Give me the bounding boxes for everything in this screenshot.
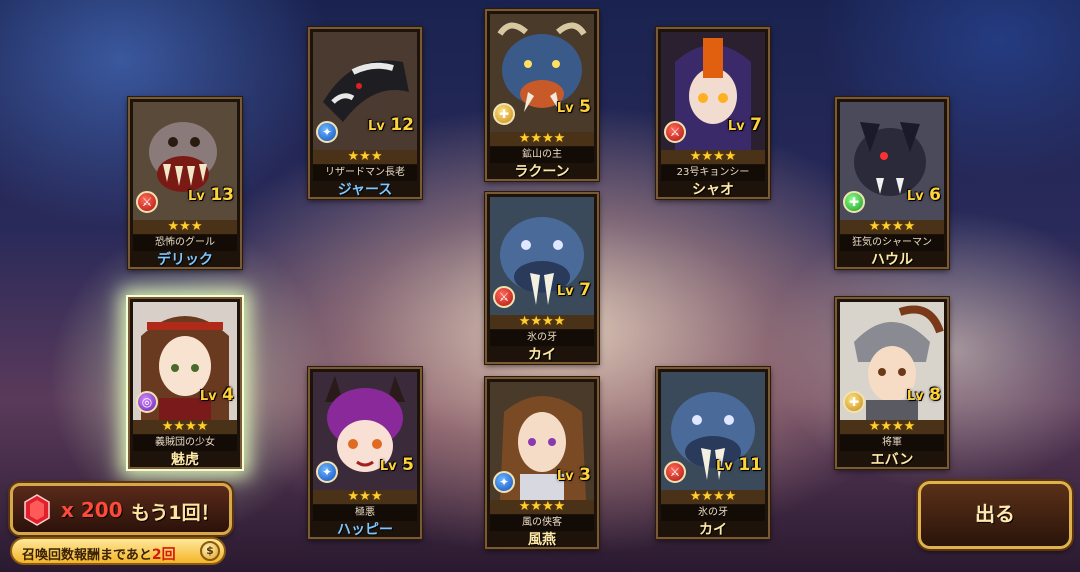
unit-card-miko[interactable]: ◎ Lv 4 ★★★★ 義賊団の少女 魅虎 xyxy=(128,297,242,469)
unit-card-jarth[interactable]: ✦ Lv 12 ★★★ リザードマン長老 ジャース xyxy=(308,27,422,199)
unit-name: 魅虎 xyxy=(171,452,199,468)
retry-cost: x 200 xyxy=(61,498,123,522)
shield-icon: ✚ xyxy=(843,391,865,413)
unit-name: ハウル xyxy=(871,252,913,268)
exit-button[interactable]: 出る xyxy=(918,481,1072,549)
unit-name: ラクーン xyxy=(514,164,570,180)
star-rating: ★★★★ xyxy=(490,132,594,146)
unit-level: Lv 7 xyxy=(727,115,762,135)
unit-title: リザードマン長老 xyxy=(313,165,417,181)
bonus-count: 2回 xyxy=(151,547,176,563)
unit-level: Lv 3 xyxy=(556,465,591,485)
unit-name: シャオ xyxy=(692,182,734,198)
sword-icon: ⚔ xyxy=(664,461,686,483)
star-rating: ★★★ xyxy=(313,490,417,504)
unit-title: 風の侠客 xyxy=(490,515,594,531)
staff-icon: ✦ xyxy=(316,121,338,143)
star-rating: ★★★★ xyxy=(840,420,944,434)
star-rating: ★★★★ xyxy=(490,500,594,514)
unit-card-kai-1[interactable]: ⚔ Lv 7 ★★★★ 氷の牙 カイ xyxy=(485,192,599,364)
unit-title: 極悪 xyxy=(313,505,417,521)
sword-icon: ⚔ xyxy=(664,121,686,143)
unit-card-raccoon[interactable]: ✚ Lv 5 ★★★★ 鉱山の主 ラクーン xyxy=(485,9,599,181)
star-rating: ★★★ xyxy=(133,220,237,234)
unit-card-evan[interactable]: ✚ Lv 8 ★★★★ 将軍 エバン xyxy=(835,297,949,469)
ruby-gem-icon xyxy=(24,494,50,526)
unit-card-xiao[interactable]: ⚔ Lv 7 ★★★★ 23号キョンシー シャオ xyxy=(656,27,770,199)
unit-card-fuen[interactable]: ✦ Lv 3 ★★★★ 風の侠客 風燕 xyxy=(485,377,599,549)
unit-title: 将軍 xyxy=(840,435,944,451)
star-rating: ★★★★ xyxy=(490,315,594,329)
coin-icon: $ xyxy=(200,541,220,561)
unit-level: Lv 5 xyxy=(379,455,414,475)
unit-level: Lv 8 xyxy=(906,385,941,405)
shield-icon: ✚ xyxy=(493,103,515,125)
unit-level: Lv 7 xyxy=(556,280,591,300)
vortex-icon: ◎ xyxy=(136,391,158,413)
cross-icon: ✚ xyxy=(843,191,865,213)
star-rating: ★★★ xyxy=(313,150,417,164)
retry-summon-button[interactable]: x 200 もう1回！ xyxy=(10,483,232,535)
star-rating: ★★★★ xyxy=(133,420,237,434)
unit-name: ハッピー xyxy=(337,522,393,538)
unit-name: カイ xyxy=(699,522,727,538)
unit-card-howl[interactable]: ✚ Lv 6 ★★★★ 狂気のシャーマン ハウル xyxy=(835,97,949,269)
unit-level: Lv 12 xyxy=(367,115,414,135)
unit-level: Lv 5 xyxy=(556,97,591,117)
unit-card-happy[interactable]: ✦ Lv 5 ★★★ 極悪 ハッピー xyxy=(308,367,422,539)
unit-title: 鉱山の主 xyxy=(490,147,594,163)
star-rating: ★★★★ xyxy=(661,490,765,504)
unit-name: カイ xyxy=(528,347,556,363)
star-rating: ★★★★ xyxy=(840,220,944,234)
unit-title: 氷の牙 xyxy=(490,330,594,346)
unit-name: 風燕 xyxy=(528,532,556,548)
staff-icon: ✦ xyxy=(493,471,515,493)
unit-title: 狂気のシャーマン xyxy=(840,235,944,251)
unit-name: ジャース xyxy=(337,182,393,198)
unit-level: Lv 4 xyxy=(199,385,234,405)
bonus-text: 召喚回数報酬まであと xyxy=(22,548,152,563)
sword-icon: ⚔ xyxy=(136,191,158,213)
unit-title: 義賊団の少女 xyxy=(133,435,237,451)
staff-icon: ✦ xyxy=(316,461,338,483)
unit-level: Lv 11 xyxy=(715,455,762,475)
retry-label: もう1回！ xyxy=(131,502,220,524)
sword-icon: ⚔ xyxy=(493,286,515,308)
unit-card-derick[interactable]: ⚔ Lv 13 ★★★ 恐怖のグール デリック xyxy=(128,97,242,269)
unit-level: Lv 6 xyxy=(906,185,941,205)
summon-bonus-banner: 召喚回数報酬まであと2回 $ xyxy=(10,537,226,565)
unit-title: 23号キョンシー xyxy=(661,165,765,181)
unit-level: Lv 13 xyxy=(187,185,234,205)
unit-title: 氷の牙 xyxy=(661,505,765,521)
unit-title: 恐怖のグール xyxy=(133,235,237,251)
unit-name: エバン xyxy=(870,452,914,468)
unit-card-kai-2[interactable]: ⚔ Lv 11 ★★★★ 氷の牙 カイ xyxy=(656,367,770,539)
unit-name: デリック xyxy=(157,252,213,268)
star-rating: ★★★★ xyxy=(661,150,765,164)
